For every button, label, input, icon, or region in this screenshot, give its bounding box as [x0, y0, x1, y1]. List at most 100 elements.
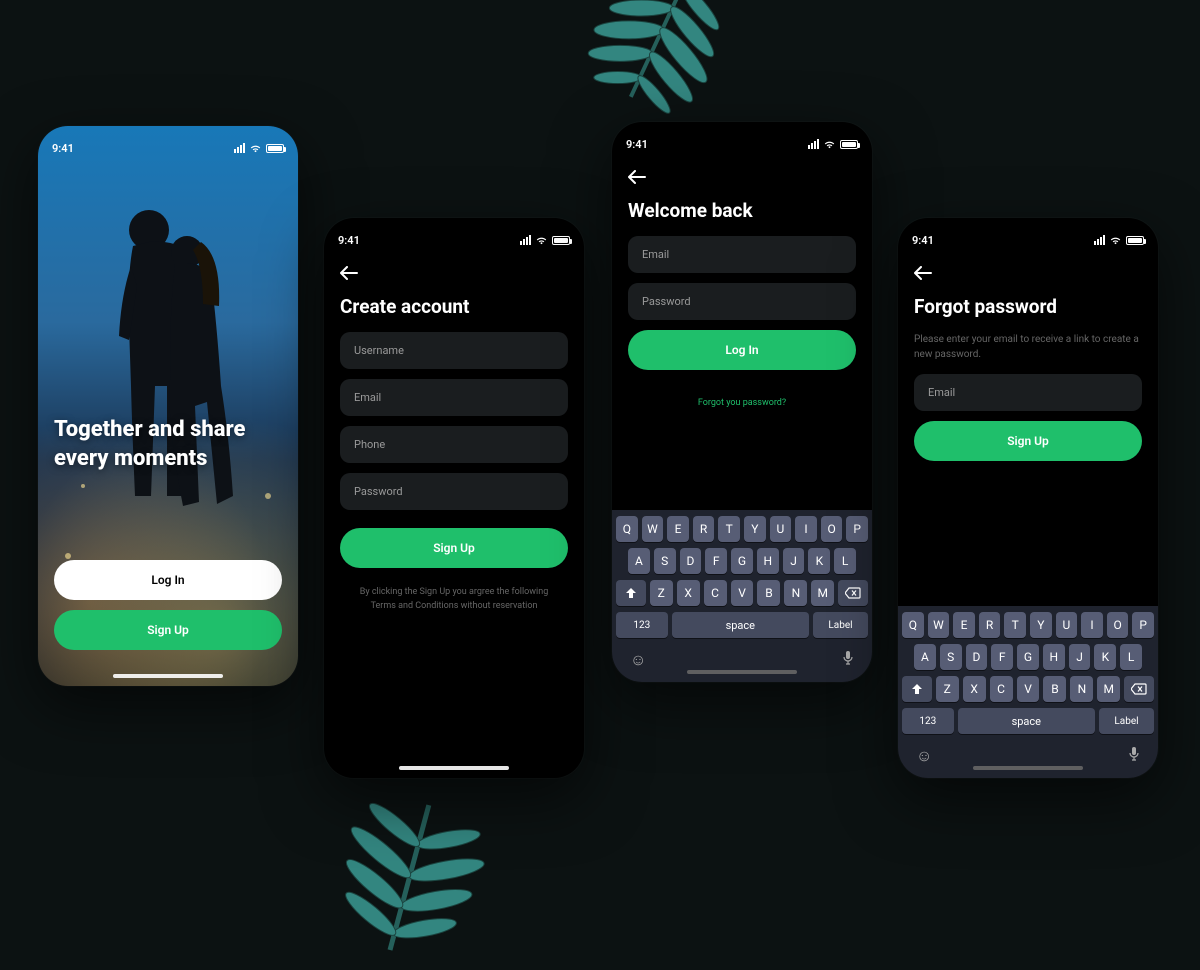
key-a[interactable]: A: [914, 644, 936, 670]
key-s[interactable]: S: [654, 548, 676, 574]
key-k[interactable]: K: [808, 548, 830, 574]
email-field[interactable]: Email: [340, 379, 568, 416]
key-i[interactable]: I: [795, 516, 817, 542]
key-h[interactable]: H: [1043, 644, 1065, 670]
key-p[interactable]: P: [846, 516, 868, 542]
key-l[interactable]: L: [1120, 644, 1142, 670]
backspace-icon: [845, 587, 861, 599]
mic-key[interactable]: [842, 650, 854, 670]
key-f[interactable]: F: [991, 644, 1013, 670]
screen-forgot-password: 9:41 Forgot password Please enter your e…: [898, 218, 1158, 778]
numeric-key[interactable]: 123: [902, 708, 954, 734]
status-time: 9:41: [912, 234, 934, 247]
login-button[interactable]: Log In: [54, 560, 282, 600]
key-y[interactable]: Y: [744, 516, 766, 542]
key-v[interactable]: V: [1017, 676, 1040, 702]
key-g[interactable]: G: [1017, 644, 1039, 670]
battery-icon: [1126, 236, 1144, 245]
signal-icon: [234, 143, 245, 153]
key-x[interactable]: X: [677, 580, 700, 606]
keyboard: QWERTYUIOP ASDFGHJKL ZXCVBNM 123 space L…: [612, 510, 872, 682]
signup-button[interactable]: Sign Up: [340, 528, 568, 568]
emoji-key[interactable]: ☺: [630, 650, 646, 670]
key-i[interactable]: I: [1081, 612, 1103, 638]
back-arrow-icon: [340, 266, 358, 280]
numeric-key[interactable]: 123: [616, 612, 668, 638]
backspace-key[interactable]: [1124, 676, 1154, 702]
key-u[interactable]: U: [770, 516, 792, 542]
email-field[interactable]: Email: [914, 374, 1142, 411]
key-k[interactable]: K: [1094, 644, 1116, 670]
return-key[interactable]: Label: [1099, 708, 1154, 734]
key-p[interactable]: P: [1132, 612, 1154, 638]
key-u[interactable]: U: [1056, 612, 1078, 638]
key-r[interactable]: R: [979, 612, 1001, 638]
screen-landing: 9:41 Together and share every moments Lo…: [38, 126, 298, 686]
key-z[interactable]: Z: [936, 676, 959, 702]
key-b[interactable]: B: [1043, 676, 1066, 702]
signup-button[interactable]: Sign Up: [54, 610, 282, 650]
key-t[interactable]: T: [718, 516, 740, 542]
username-field[interactable]: Username: [340, 332, 568, 369]
forgot-password-link[interactable]: Forgot you password?: [612, 380, 872, 426]
shift-icon: [911, 683, 923, 695]
password-field[interactable]: Password: [628, 283, 856, 320]
key-o[interactable]: O: [821, 516, 843, 542]
key-a[interactable]: A: [628, 548, 650, 574]
password-field[interactable]: Password: [340, 473, 568, 510]
leaf-decoration: [280, 770, 500, 970]
wifi-icon: [249, 142, 262, 155]
key-b[interactable]: B: [757, 580, 780, 606]
key-z[interactable]: Z: [650, 580, 673, 606]
key-d[interactable]: D: [680, 548, 702, 574]
key-d[interactable]: D: [966, 644, 988, 670]
keyboard: QWERTYUIOP ASDFGHJKL ZXCVBNM 123 space L…: [898, 606, 1158, 778]
key-h[interactable]: H: [757, 548, 779, 574]
key-m[interactable]: M: [811, 580, 834, 606]
key-r[interactable]: R: [693, 516, 715, 542]
back-button[interactable]: [324, 252, 584, 285]
emoji-key[interactable]: ☺: [916, 746, 932, 766]
shift-key[interactable]: [902, 676, 932, 702]
key-j[interactable]: J: [783, 548, 805, 574]
key-n[interactable]: N: [784, 580, 807, 606]
key-e[interactable]: E: [953, 612, 975, 638]
back-button[interactable]: [612, 156, 872, 189]
key-w[interactable]: W: [642, 516, 664, 542]
key-t[interactable]: T: [1004, 612, 1026, 638]
key-y[interactable]: Y: [1030, 612, 1052, 638]
key-q[interactable]: Q: [616, 516, 638, 542]
instructions-text: Please enter your email to receive a lin…: [898, 332, 1158, 374]
key-q[interactable]: Q: [902, 612, 924, 638]
page-title: Forgot password: [898, 285, 1158, 332]
key-l[interactable]: L: [834, 548, 856, 574]
login-button[interactable]: Log In: [628, 330, 856, 370]
key-g[interactable]: G: [731, 548, 753, 574]
space-key[interactable]: space: [958, 708, 1095, 734]
mic-key[interactable]: [1128, 746, 1140, 766]
key-m[interactable]: M: [1097, 676, 1120, 702]
key-c[interactable]: C: [990, 676, 1013, 702]
phone-field[interactable]: Phone: [340, 426, 568, 463]
key-x[interactable]: X: [963, 676, 986, 702]
mic-icon: [842, 650, 854, 666]
key-s[interactable]: S: [940, 644, 962, 670]
email-field[interactable]: Email: [628, 236, 856, 273]
key-f[interactable]: F: [705, 548, 727, 574]
shift-key[interactable]: [616, 580, 646, 606]
key-j[interactable]: J: [1069, 644, 1091, 670]
key-c[interactable]: C: [704, 580, 727, 606]
return-key[interactable]: Label: [813, 612, 868, 638]
backspace-key[interactable]: [838, 580, 868, 606]
signup-button[interactable]: Sign Up: [914, 421, 1142, 461]
home-indicator: [113, 674, 223, 678]
back-button[interactable]: [898, 252, 1158, 285]
key-w[interactable]: W: [928, 612, 950, 638]
status-indicators: [520, 234, 570, 247]
key-v[interactable]: V: [731, 580, 754, 606]
back-arrow-icon: [914, 266, 932, 280]
key-o[interactable]: O: [1107, 612, 1129, 638]
key-n[interactable]: N: [1070, 676, 1093, 702]
key-e[interactable]: E: [667, 516, 689, 542]
space-key[interactable]: space: [672, 612, 809, 638]
